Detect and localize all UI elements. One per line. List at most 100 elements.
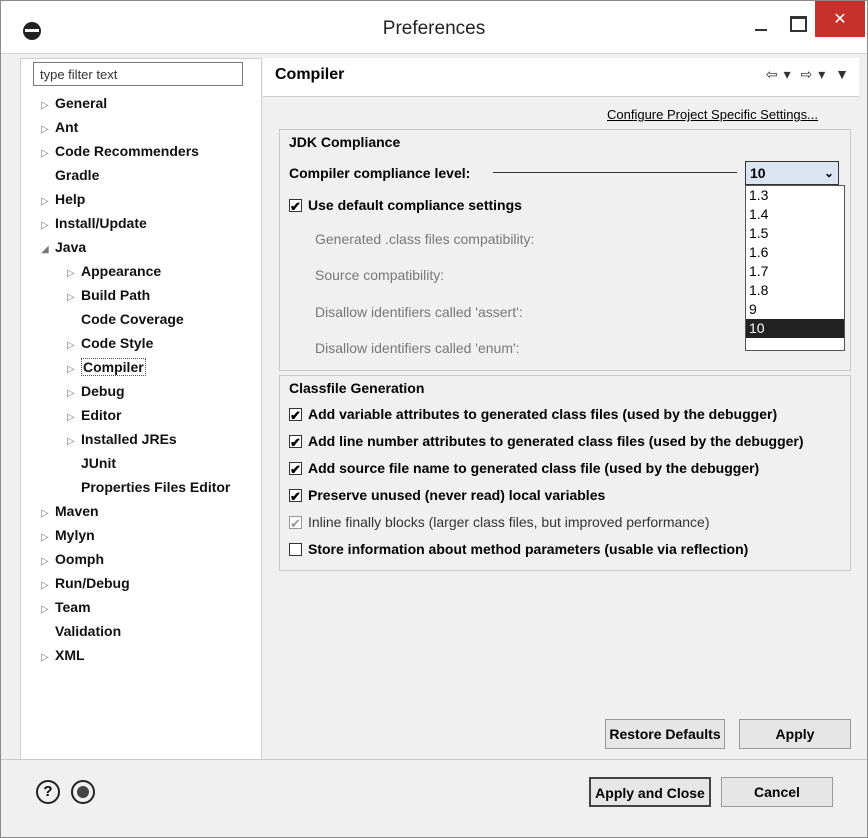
expand-arrow-icon[interactable]: ▷ — [67, 431, 81, 453]
dropdown-option[interactable]: 1.5 — [746, 224, 844, 243]
expand-arrow-icon[interactable]: ▷ — [67, 263, 81, 285]
compliance-level-select[interactable]: 10 ⌄ — [745, 161, 839, 185]
dropdown-option-selected[interactable]: 10 — [746, 319, 844, 338]
tree-item-label: Help — [55, 191, 86, 207]
generated-compat-label: Generated .class files compatibility: — [315, 231, 535, 247]
back-arrow-icon[interactable]: ⇦ — [766, 66, 778, 82]
classfile-option[interactable]: Add source file name to generated class … — [289, 456, 759, 482]
tree-item-editor[interactable]: ▷ Editor — [67, 404, 121, 426]
group-title: JDK Compliance — [289, 134, 401, 150]
footer-divider — [1, 759, 867, 760]
expand-arrow-icon[interactable]: ▷ — [67, 383, 81, 405]
chevron-down-icon[interactable]: ⌄ — [824, 162, 834, 184]
expand-arrow-icon[interactable]: ▷ — [41, 599, 55, 621]
tree-item-properties-files-editor[interactable]: Properties Files Editor — [67, 476, 230, 498]
dropdown-option[interactable]: 1.7 — [746, 262, 844, 281]
tree-item-compiler[interactable]: ▷ Compiler — [67, 356, 146, 378]
view-menu-icon[interactable]: ▼ — [835, 66, 849, 82]
expand-arrow-icon[interactable]: ▷ — [41, 215, 55, 237]
dropdown-option[interactable]: 1.3 — [746, 186, 844, 205]
tree-item-install-update[interactable]: ▷ Install/Update — [41, 212, 147, 234]
checkbox-checked-icon[interactable] — [289, 458, 302, 482]
tree-item-xml[interactable]: ▷ XML — [41, 644, 85, 666]
tree-item-help[interactable]: ▷ Help — [41, 188, 85, 210]
apply-button[interactable]: Apply — [739, 719, 851, 749]
expand-arrow-icon[interactable]: ▷ — [41, 503, 55, 525]
collapse-arrow-icon[interactable]: ◢ — [41, 239, 55, 261]
tree-item-run-debug[interactable]: ▷ Run/Debug — [41, 572, 130, 594]
expand-arrow-icon[interactable]: ▷ — [67, 335, 81, 357]
tree-item-label: Maven — [55, 503, 99, 519]
tree-item-label: Oomph — [55, 551, 104, 567]
tree-item-junit[interactable]: JUnit — [67, 452, 116, 474]
forward-arrow-icon[interactable]: ⇨ — [800, 66, 812, 82]
tree-item-ant[interactable]: ▷ Ant — [41, 116, 78, 138]
minimize-icon — [755, 29, 767, 31]
filter-input[interactable] — [33, 62, 243, 86]
selected-value: 10 — [750, 165, 766, 181]
tree-item-installed-jres[interactable]: ▷ Installed JREs — [67, 428, 177, 450]
tree-item-code-recommenders[interactable]: ▷ Code Recommenders — [41, 140, 199, 162]
expand-arrow-icon[interactable]: ▷ — [67, 287, 81, 309]
tree-item-team[interactable]: ▷ Team — [41, 596, 91, 618]
tree-item-appearance[interactable]: ▷ Appearance — [67, 260, 161, 282]
cancel-button[interactable]: Cancel — [721, 777, 833, 807]
expand-arrow-icon[interactable]: ▷ — [41, 647, 55, 669]
back-dropdown-icon[interactable]: ▾ — [784, 66, 791, 82]
expand-arrow-icon[interactable]: ▷ — [41, 527, 55, 549]
checkbox-checked-icon[interactable] — [289, 431, 302, 455]
use-default-compliance-checkbox[interactable]: Use default compliance settings — [289, 193, 522, 219]
expand-arrow-icon[interactable]: ▷ — [67, 407, 81, 429]
expand-arrow-icon[interactable]: ▷ — [41, 551, 55, 573]
restore-defaults-button[interactable]: Restore Defaults — [605, 719, 725, 749]
tree-item-code-style[interactable]: ▷ Code Style — [67, 332, 153, 354]
preference-tree-panel: ▷General ▷Ant ▷Code Recommenders Gradle … — [20, 58, 262, 760]
checkbox-checked-icon[interactable] — [289, 195, 302, 219]
classfile-option[interactable]: Add variable attributes to generated cla… — [289, 402, 777, 428]
maximize-icon — [789, 16, 807, 32]
dropdown-option[interactable]: 1.6 — [746, 243, 844, 262]
group-title: Classfile Generation — [289, 380, 425, 396]
classfile-option[interactable]: Add line number attributes to generated … — [289, 429, 804, 455]
tree-item-label: General — [55, 95, 108, 111]
checkbox-label: Preserve unused (never read) local varia… — [308, 487, 606, 503]
expand-arrow-icon[interactable]: ▷ — [67, 359, 81, 381]
tree-item-build-path[interactable]: ▷ Build Path — [67, 284, 150, 306]
checkbox-checked-icon[interactable] — [289, 485, 302, 509]
tree-item-mylyn[interactable]: ▷ Mylyn — [41, 524, 95, 546]
dropdown-option[interactable]: 1.4 — [746, 205, 844, 224]
tree-item-gradle[interactable]: Gradle — [41, 164, 99, 186]
expand-arrow-icon[interactable]: ▷ — [41, 119, 55, 141]
forward-dropdown-icon[interactable]: ▾ — [818, 66, 825, 82]
maximize-button[interactable] — [781, 7, 815, 41]
dropdown-option[interactable]: 9 — [746, 300, 844, 319]
classfile-option[interactable]: Preserve unused (never read) local varia… — [289, 483, 606, 509]
tree-item-oomph[interactable]: ▷ Oomph — [41, 548, 104, 570]
tree-item-debug[interactable]: ▷ Debug — [67, 380, 125, 402]
expand-arrow-icon[interactable]: ▷ — [41, 95, 55, 117]
tree-item-general[interactable]: ▷ General — [41, 92, 107, 114]
classfile-option-disabled: Inline finally blocks (larger class file… — [289, 510, 710, 536]
expand-arrow-icon[interactable]: ▷ — [41, 575, 55, 597]
tree-item-label: Java — [55, 239, 87, 255]
classfile-option[interactable]: Store information about method parameter… — [289, 537, 748, 561]
tree-item-java[interactable]: ◢ Java — [41, 236, 86, 258]
minimize-button[interactable] — [741, 7, 781, 41]
window-title: Preferences — [382, 18, 486, 39]
record-macro-icon[interactable] — [71, 780, 95, 804]
expand-arrow-icon[interactable]: ▷ — [41, 191, 55, 213]
checkbox-checked-icon[interactable] — [289, 404, 302, 428]
tree-item-validation[interactable]: Validation — [41, 620, 121, 642]
tree-item-maven[interactable]: ▷ Maven — [41, 500, 99, 522]
close-button[interactable]: ✕ — [815, 1, 865, 37]
apply-and-close-button[interactable]: Apply and Close — [589, 777, 711, 807]
help-icon[interactable]: ? — [36, 780, 60, 804]
checkbox-unchecked-icon[interactable] — [289, 543, 302, 556]
expand-arrow-icon[interactable]: ▷ — [41, 143, 55, 165]
configure-project-settings-link[interactable]: Configure Project Specific Settings... — [607, 107, 818, 122]
dropdown-option[interactable]: 1.8 — [746, 281, 844, 300]
checkbox-label: Inline finally blocks (larger class file… — [308, 514, 710, 530]
tree-item-label: Mylyn — [55, 527, 95, 543]
tree-item-label: Code Recommenders — [55, 143, 199, 159]
tree-item-code-coverage[interactable]: Code Coverage — [67, 308, 184, 330]
